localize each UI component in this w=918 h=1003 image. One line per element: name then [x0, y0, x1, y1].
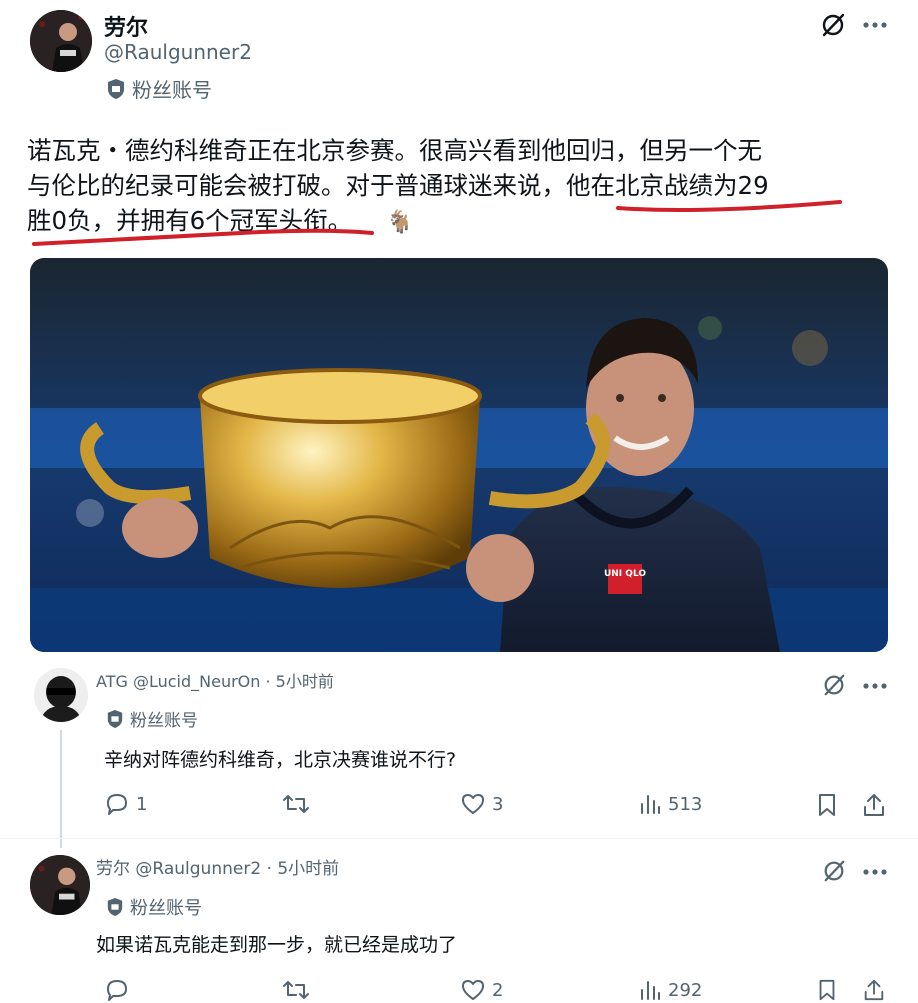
reply2-header[interactable]: 劳尔 @Raulgunner2 · 5小时前	[96, 854, 339, 879]
thread-line	[60, 730, 62, 848]
reply1-like-count: 3	[492, 793, 504, 815]
grok-icon	[824, 674, 845, 696]
avatar-reply2[interactable]	[30, 855, 90, 915]
tennis-trophy-photo: UNI QLO	[30, 258, 888, 652]
more-options-button[interactable]	[860, 12, 890, 38]
bookmark-icon	[819, 979, 835, 1001]
reply1-fan-badge: 粉丝账号	[106, 706, 198, 731]
more-icon	[863, 869, 887, 875]
share-icon	[864, 979, 884, 1001]
avatar-main[interactable]	[30, 10, 92, 72]
reply-icon	[107, 980, 127, 1001]
avatar-reply1[interactable]	[34, 668, 88, 722]
avatar-reply2-image	[30, 855, 90, 915]
like-icon	[462, 980, 484, 1000]
bookmark-icon	[819, 794, 835, 816]
share-icon	[864, 794, 884, 816]
avatar-main-image	[30, 10, 92, 72]
reply1-badge-label: 粉丝账号	[130, 711, 198, 731]
fan-account-badge: 粉丝账号	[106, 74, 212, 103]
reply1-like-button[interactable]: 3	[460, 792, 503, 816]
reply-icon	[107, 794, 127, 815]
post-text-line-1: 诺瓦克・德约科维奇正在北京参赛。很高兴看到他回归，但另一个无	[27, 136, 762, 165]
handle[interactable]: @Raulgunner2	[104, 40, 252, 64]
like-icon	[462, 794, 484, 814]
views-icon	[641, 981, 660, 1000]
reply1-more-button[interactable]	[860, 674, 890, 698]
reply1-views-button[interactable]: 513	[638, 792, 702, 816]
reply2-like-button[interactable]: 2	[460, 978, 503, 1002]
reply2-share-button[interactable]	[862, 978, 886, 1002]
display-name[interactable]: 劳尔	[104, 10, 148, 42]
grok-icon	[824, 860, 845, 882]
reply1-text: 辛纳对阵德约科维奇，北京决赛谁说不行?	[104, 749, 457, 771]
shirt-logo: UNI QLO	[604, 569, 646, 579]
reply2-retweet-button[interactable]	[282, 978, 316, 1002]
reply2-badge-label: 粉丝账号	[130, 898, 202, 919]
post-text-line-3: 胜0负，并拥有6个冠军头衔。 🐐	[27, 206, 414, 235]
post-text: 诺瓦克・德约科维奇正在北京参赛。很高兴看到他回归，但另一个无 与伦比的纪录可能会…	[27, 133, 887, 240]
reply1-reply-button[interactable]: 1	[104, 792, 147, 816]
avatar-reply1-image	[34, 668, 88, 722]
shield-icon	[107, 898, 123, 916]
shield-icon	[108, 78, 124, 99]
divider	[0, 838, 918, 839]
reply1-retweet-button[interactable]	[282, 792, 316, 816]
reply2-fan-badge: 粉丝账号	[106, 894, 202, 920]
badge-label: 粉丝账号	[132, 78, 212, 102]
post-image[interactable]: UNI QLO	[30, 258, 888, 652]
more-icon	[863, 22, 887, 28]
reply2-text: 如果诺瓦克能走到那一步，就已经是成功了	[96, 934, 458, 956]
shield-icon	[107, 709, 123, 728]
reply2-like-count: 2	[492, 979, 504, 1001]
reply1-view-count: 513	[668, 793, 703, 815]
views-icon	[641, 795, 660, 814]
grok-button[interactable]	[818, 10, 848, 40]
retweet-icon	[283, 981, 309, 999]
retweet-icon	[283, 795, 309, 813]
post-text-line-2: 与伦比的纪录可能会被打破。对于普通球迷来说，他在北京战绩为29	[27, 171, 769, 200]
grok-icon	[822, 13, 845, 37]
goat-emoji: 🐐	[385, 210, 414, 235]
reply2-bookmark-button[interactable]	[816, 978, 838, 1002]
more-icon	[863, 683, 887, 689]
reply1-header[interactable]: ATG @Lucid_NeurOn · 5小时前	[96, 668, 334, 692]
reply2-more-button[interactable]	[860, 860, 890, 884]
reply2-reply-button[interactable]	[104, 978, 136, 1002]
reply2-view-count: 292	[668, 979, 703, 1001]
reply1-grok-button[interactable]	[820, 671, 848, 699]
reply2-views-button[interactable]: 292	[638, 978, 702, 1002]
reply1-reply-count: 1	[136, 793, 148, 815]
reply1-share-button[interactable]	[862, 792, 886, 818]
reply2-grok-button[interactable]	[820, 857, 848, 885]
reply1-bookmark-button[interactable]	[816, 792, 838, 818]
